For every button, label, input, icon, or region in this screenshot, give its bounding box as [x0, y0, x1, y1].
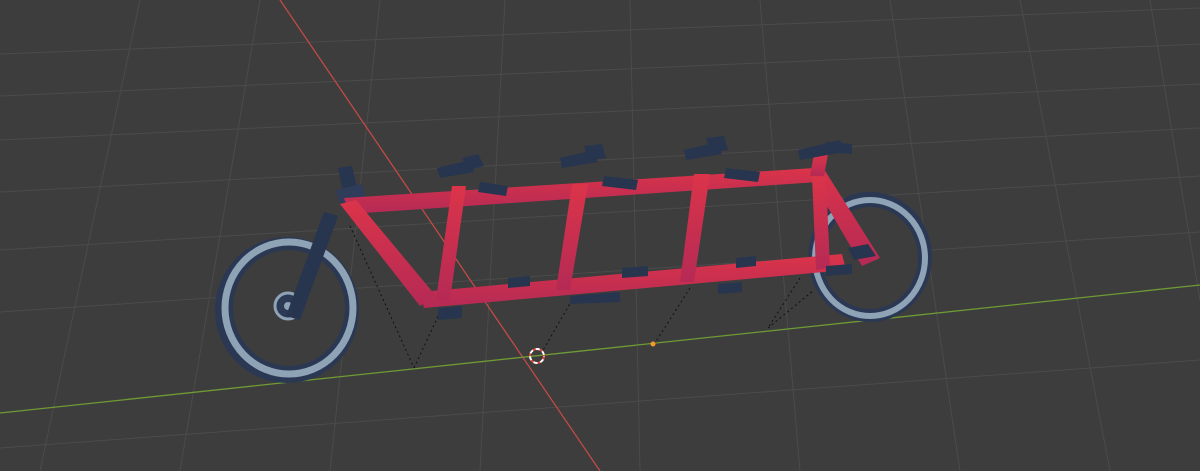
- viewport-scene[interactable]: [0, 0, 1200, 471]
- 3d-viewport[interactable]: [0, 0, 1200, 471]
- object-origin-icon[interactable]: [650, 341, 656, 347]
- rear-wheel[interactable]: [215, 237, 359, 383]
- floor-grid: [0, 0, 1200, 471]
- y-axis-line: [0, 284, 1200, 414]
